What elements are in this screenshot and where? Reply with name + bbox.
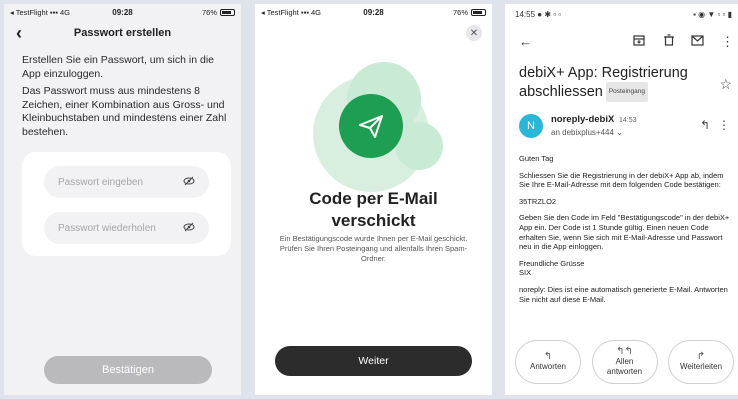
password-placeholder: Passwort eingeben xyxy=(58,176,144,188)
password-rules-text: Das Passwort muss aus mindestens 8 Zeich… xyxy=(22,85,227,138)
title-line: Code per E-Mail xyxy=(309,189,438,208)
sender-label: noreply-debiX xyxy=(551,114,615,125)
more-vert-icon[interactable]: ⋮ xyxy=(718,118,730,132)
battery-icon xyxy=(471,8,486,16)
confirm-button[interactable]: Bestätigen xyxy=(44,356,212,384)
email-toolbar: ← ⋮ xyxy=(505,34,738,54)
recipient-label: an debixplus+444 xyxy=(551,128,614,137)
recipient-line[interactable]: an debixplus+444 ⌄ xyxy=(551,128,623,137)
signal-icon: ▪▪▪ xyxy=(300,7,309,17)
forward-label: Weiterleiten xyxy=(679,362,723,371)
subject-line: abschliessen xyxy=(519,83,603,100)
status-time: 09:28 xyxy=(112,7,133,17)
verification-code: 35TRZLO2 xyxy=(519,196,557,206)
password-card: Passwort eingeben Passwort wiederholen xyxy=(22,152,231,256)
nav-bar: ‹ Passwort erstellen xyxy=(4,22,241,44)
next-button[interactable]: Weiter xyxy=(275,346,472,376)
archive-icon[interactable] xyxy=(633,34,645,49)
page-title: Passwort erstellen xyxy=(73,27,172,39)
password-field[interactable]: Passwort eingeben xyxy=(44,166,209,198)
reply-label: Antworten xyxy=(529,362,567,371)
reply-all-label: antworten xyxy=(606,367,643,376)
status-bar: 14:55 ● ✱ ▫ ▫ ▪ ◉ ▼ ▫ ▫ ▮ xyxy=(515,10,732,22)
footer-note: noreply: Dies ist eine automatisch gener… xyxy=(519,284,728,304)
subject-line: debiX+ App: Registrierung xyxy=(519,65,688,81)
email-body: Guten Tag Schliessen Sie die Registrieru… xyxy=(519,154,732,311)
back-icon[interactable]: ‹ xyxy=(16,22,22,44)
repeat-password-field[interactable]: Passwort wiederholen xyxy=(44,212,209,244)
network-label: 4G xyxy=(310,7,321,17)
instruction-text: Erstellen Sie ein Passwort, um sich in d… xyxy=(22,54,214,80)
forward-icon: ↱ xyxy=(696,351,706,362)
eye-slash-icon[interactable] xyxy=(183,176,195,189)
battery-percent: 76% xyxy=(452,7,468,17)
reply-icon[interactable]: ↰ xyxy=(700,118,710,132)
status-time: 14:55 xyxy=(515,10,536,19)
email-subject: debiX+ App: Registrierung abschliessen Po… xyxy=(519,64,716,102)
status-bar: ◂ TestFlight ▪▪▪ 4G 09:28 76% xyxy=(4,4,241,20)
reply-icon: ↰ xyxy=(543,351,553,362)
sender-name: noreply-debiX 14:53 xyxy=(551,114,637,125)
mail-icon[interactable] xyxy=(691,34,704,49)
eye-slash-icon[interactable] xyxy=(183,222,195,235)
back-arrow-icon[interactable]: ← xyxy=(519,34,532,49)
battery-percent: 76% xyxy=(201,7,217,17)
reply-all-icon: ↰↰ xyxy=(616,346,633,357)
signoff-company: SIX xyxy=(519,268,532,278)
delete-icon[interactable] xyxy=(663,34,675,49)
status-bar: ◂ TestFlight ▪▪▪ 4G 09:28 76% xyxy=(255,4,492,20)
greeting: Guten Tag xyxy=(519,154,554,163)
instructions: Erstellen Sie ein Passwort, um sich in d… xyxy=(22,54,231,143)
status-time: 09:28 xyxy=(363,7,384,17)
email-actions: ↰ Antworten ↰↰ Allen antworten ↱ Weiterl… xyxy=(515,340,734,384)
signoff: Freundliche Grüsse xyxy=(519,258,585,268)
avatar[interactable]: N xyxy=(519,114,543,138)
reply-all-label: Allen xyxy=(615,357,634,366)
more-vert-icon[interactable]: ⋮ xyxy=(721,34,734,50)
chevron-down-icon: ⌄ xyxy=(616,128,623,137)
battery-icon xyxy=(220,8,235,16)
close-icon[interactable]: ✕ xyxy=(466,25,482,41)
password-screen: ◂ TestFlight ▪▪▪ 4G 09:28 76% ‹ Passwort… xyxy=(4,4,241,395)
inbox-label[interactable]: Posteingang xyxy=(605,82,648,102)
body-paragraph: Schliessen Sie die Registrierung in der … xyxy=(519,170,724,190)
reply-button[interactable]: ↰ Antworten xyxy=(515,340,581,384)
carrier-label: ◂ TestFlight xyxy=(10,7,48,17)
code-sent-screen: ◂ TestFlight ▪▪▪ 4G 09:28 76% ✕ Code per… xyxy=(255,4,492,395)
confirmation-description: Ein Bestätigungscode wurde Ihnen per E-M… xyxy=(279,234,468,263)
network-label: 4G xyxy=(59,7,70,17)
confirmation-title: Code per E-Mail verschickt xyxy=(255,188,492,232)
sent-time: 14:53 xyxy=(618,117,637,124)
system-icons: ▪ ◉ ▼ ▫ ▫ ▮ xyxy=(693,10,732,19)
email-screen: 14:55 ● ✱ ▫ ▫ ▪ ◉ ▼ ▫ ▫ ▮ ← ⋮ debiX+ App… xyxy=(505,4,738,395)
signal-icon: ▪▪▪ xyxy=(49,7,58,17)
forward-button[interactable]: ↱ Weiterleiten xyxy=(668,340,734,384)
repeat-password-placeholder: Passwort wiederholen xyxy=(58,222,156,234)
body-paragraph: Geben Sie den Code im Feld "Bestätigungs… xyxy=(519,213,730,252)
notification-icons: ● ✱ ▫ ▫ xyxy=(537,10,562,19)
reply-all-button[interactable]: ↰↰ Allen antworten xyxy=(591,340,658,384)
title-line: verschickt xyxy=(331,211,416,230)
carrier-label: ◂ TestFlight xyxy=(261,7,299,17)
paper-plane-icon xyxy=(339,94,403,158)
star-icon[interactable]: ☆ xyxy=(719,76,732,93)
